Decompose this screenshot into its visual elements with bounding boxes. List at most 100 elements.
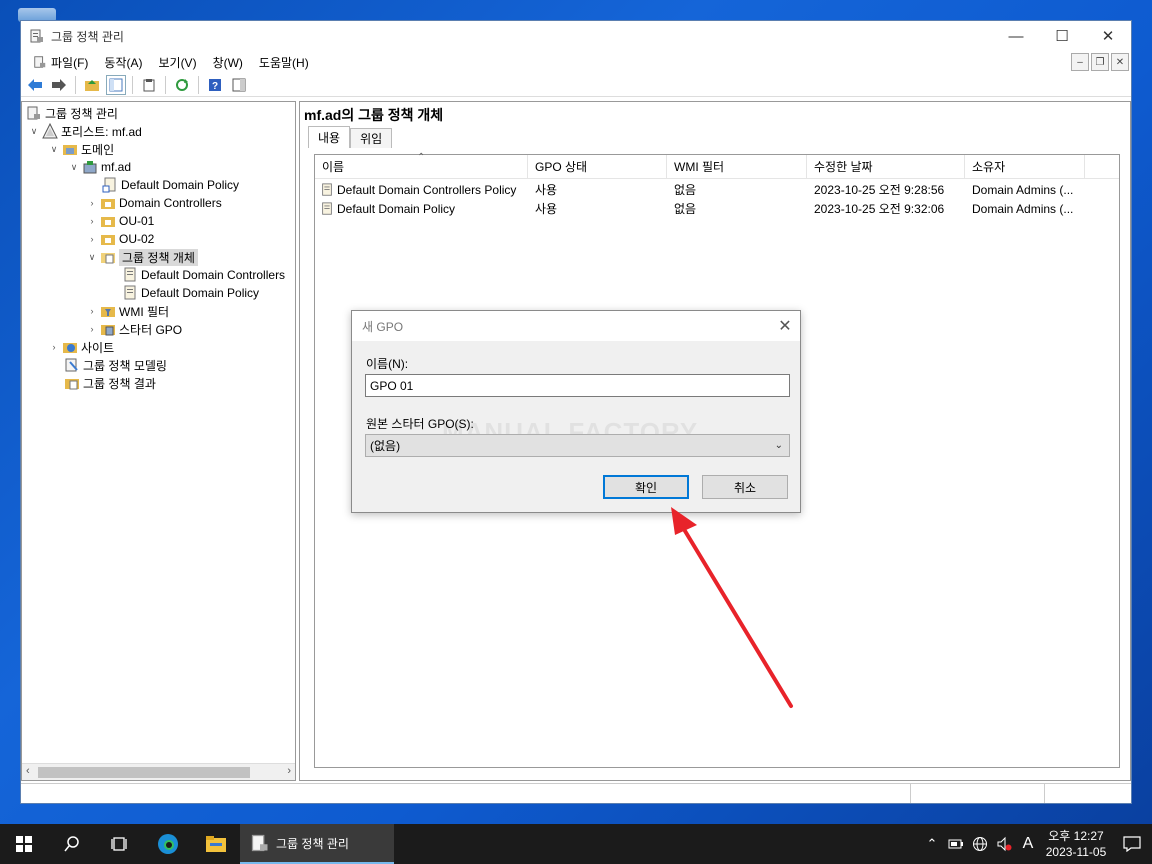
cell-wmi-filter: 없음: [674, 202, 697, 216]
show-hide-tree-button[interactable]: [106, 74, 126, 95]
tree-item-gpmc-root[interactable]: 그룹 정책 관리: [26, 104, 118, 122]
cell-wmi-filter: 없음: [674, 183, 697, 197]
chevron-right-icon[interactable]: ›: [86, 234, 98, 244]
table-row[interactable]: Default Domain Policy 사용 없음 2023-10-25 오…: [315, 199, 1119, 218]
gpo-icon: [322, 182, 332, 196]
properties-button[interactable]: [139, 75, 159, 95]
column-header-wmi-filter[interactable]: WMI 필터: [667, 155, 807, 178]
battery-icon[interactable]: [944, 839, 968, 849]
starter-gpo-icon: [101, 325, 115, 336]
mdi-minimize-button[interactable]: –: [1071, 53, 1089, 71]
chevron-right-icon[interactable]: ›: [86, 324, 98, 334]
tree-item-domain-controllers[interactable]: › Domain Controllers: [86, 194, 222, 212]
close-button[interactable]: ✕: [1085, 21, 1131, 51]
tree-item-wmi-filters[interactable]: › WMI 필터: [86, 302, 170, 320]
cell-name-text: Default Domain Controllers Policy: [337, 182, 517, 197]
mdi-close-button[interactable]: ✕: [1111, 53, 1129, 71]
chevron-right-icon[interactable]: ›: [86, 306, 98, 316]
tree-label: 그룹 정책 결과: [83, 376, 156, 391]
chevron-down-icon: ⌄: [774, 440, 783, 451]
notification-center-button[interactable]: [1112, 836, 1152, 852]
clock-date: 2023-11-05: [1045, 845, 1107, 859]
cell-name: Default Domain Policy: [315, 202, 528, 216]
up-folder-button[interactable]: [82, 75, 102, 95]
mdi-restore-button[interactable]: ❐: [1091, 53, 1109, 71]
back-button[interactable]: [25, 75, 45, 95]
back-arrow-icon: [28, 78, 42, 91]
tree-item-ou-01[interactable]: › OU-01: [86, 212, 155, 230]
menu-help[interactable]: 도움말(H): [251, 51, 317, 73]
tree-label: 스타터 GPO: [119, 322, 183, 337]
tree-item-gpo-default-domain-policy[interactable]: Default Domain Policy: [122, 284, 259, 302]
column-header-modified[interactable]: 수정한 날짜: [807, 155, 965, 178]
tree-item-gpo-default-domain-controllers[interactable]: Default Domain Controllers: [122, 266, 285, 284]
tree-label: 도메인: [81, 142, 115, 157]
scrollbar-thumb[interactable]: [38, 767, 250, 778]
taskbar-app-gpmc[interactable]: 그룹 정책 관리: [240, 824, 394, 864]
action-pane-button[interactable]: [229, 75, 249, 95]
clock[interactable]: 오후 12:27 2023-11-05: [1040, 828, 1112, 860]
show-hidden-icons-button[interactable]: ⌃: [920, 836, 944, 852]
column-header-gpo-status[interactable]: GPO 상태: [528, 155, 667, 178]
gpmc-icon: [251, 834, 268, 852]
ok-button[interactable]: 확인: [603, 475, 689, 499]
chevron-down-icon[interactable]: ∨: [68, 162, 80, 173]
menu-window[interactable]: 창(W): [205, 51, 251, 73]
menu-view[interactable]: 보기(V): [150, 51, 204, 73]
scroll-left-icon[interactable]: ‹: [26, 765, 30, 777]
gpmc-menu-icon: [34, 56, 46, 68]
tab-delegation[interactable]: 위임: [350, 128, 393, 148]
status-section: [911, 784, 1045, 803]
gpo-link-icon: [102, 177, 116, 193]
chevron-down-icon[interactable]: ∨: [48, 144, 60, 155]
tree-item-gp-results[interactable]: 그룹 정책 결과: [64, 374, 156, 392]
menu-file[interactable]: 파일(F): [25, 51, 96, 73]
gpo-name-input[interactable]: [365, 374, 790, 397]
edge-button[interactable]: [144, 824, 192, 864]
tree-item-gpo-container[interactable]: ∨ 그룹 정책 개체: [86, 248, 198, 266]
column-header-owner[interactable]: 소유자: [965, 155, 1085, 178]
volume-muted-icon[interactable]: [992, 836, 1016, 852]
help-button[interactable]: ?: [205, 75, 225, 95]
forward-button[interactable]: [49, 75, 69, 95]
tree-label: Default Domain Policy: [141, 286, 260, 300]
tab-contents[interactable]: 내용: [308, 126, 351, 148]
clock-time: 오후 12:27: [1048, 829, 1104, 843]
start-button[interactable]: [0, 824, 48, 864]
network-globe-icon[interactable]: [968, 836, 992, 852]
folder-icon: [206, 836, 226, 852]
content-title: mf.ad의 그룹 정책 개체: [304, 107, 444, 123]
tree-item-ou-02[interactable]: › OU-02: [86, 230, 155, 248]
modeling-icon: [65, 358, 78, 372]
ime-indicator[interactable]: A: [1016, 835, 1040, 853]
svg-text:?: ?: [212, 81, 218, 92]
tree-label: OU-01: [119, 214, 155, 228]
tree-item-gp-modeling[interactable]: 그룹 정책 모델링: [64, 356, 167, 374]
tree-item-domain[interactable]: ∨ mf.ad: [68, 158, 131, 176]
chevron-right-icon[interactable]: ›: [86, 216, 98, 226]
chevron-down-icon[interactable]: ∨: [86, 252, 98, 263]
tree-item-forest[interactable]: ∨ 포리스트: mf.ad: [28, 122, 142, 140]
chevron-right-icon[interactable]: ›: [86, 198, 98, 208]
table-row[interactable]: Default Domain Controllers Policy 사용 없음 …: [315, 180, 1119, 199]
menu-action[interactable]: 동작(A): [96, 51, 150, 73]
tree-item-starter-gpos[interactable]: › 스타터 GPO: [86, 320, 183, 338]
minimize-button[interactable]: —: [993, 21, 1039, 51]
search-button[interactable]: [48, 824, 96, 864]
source-starter-gpo-select[interactable]: (없음) ⌄: [365, 434, 790, 457]
scroll-right-icon[interactable]: ›: [287, 765, 291, 777]
tree-item-sites[interactable]: › 사이트: [48, 338, 115, 356]
dialog-close-button[interactable]: ✕: [770, 311, 800, 341]
refresh-button[interactable]: [172, 75, 192, 95]
tree-item-domains[interactable]: ∨ 도메인: [48, 140, 114, 158]
maximize-button[interactable]: ☐: [1039, 21, 1085, 51]
task-view-button[interactable]: [96, 824, 144, 864]
file-explorer-button[interactable]: [192, 824, 240, 864]
chevron-down-icon[interactable]: ∨: [28, 126, 40, 137]
tree-horizontal-scrollbar[interactable]: ‹ ›: [22, 763, 295, 780]
tree-item-default-domain-policy-link[interactable]: Default Domain Policy: [102, 176, 239, 194]
chevron-right-icon[interactable]: ›: [48, 342, 60, 352]
cancel-button[interactable]: 취소: [702, 475, 788, 499]
cell-modified: 2023-10-25 오전 9:28:56: [814, 183, 945, 197]
tree-label: OU-02: [119, 232, 155, 246]
